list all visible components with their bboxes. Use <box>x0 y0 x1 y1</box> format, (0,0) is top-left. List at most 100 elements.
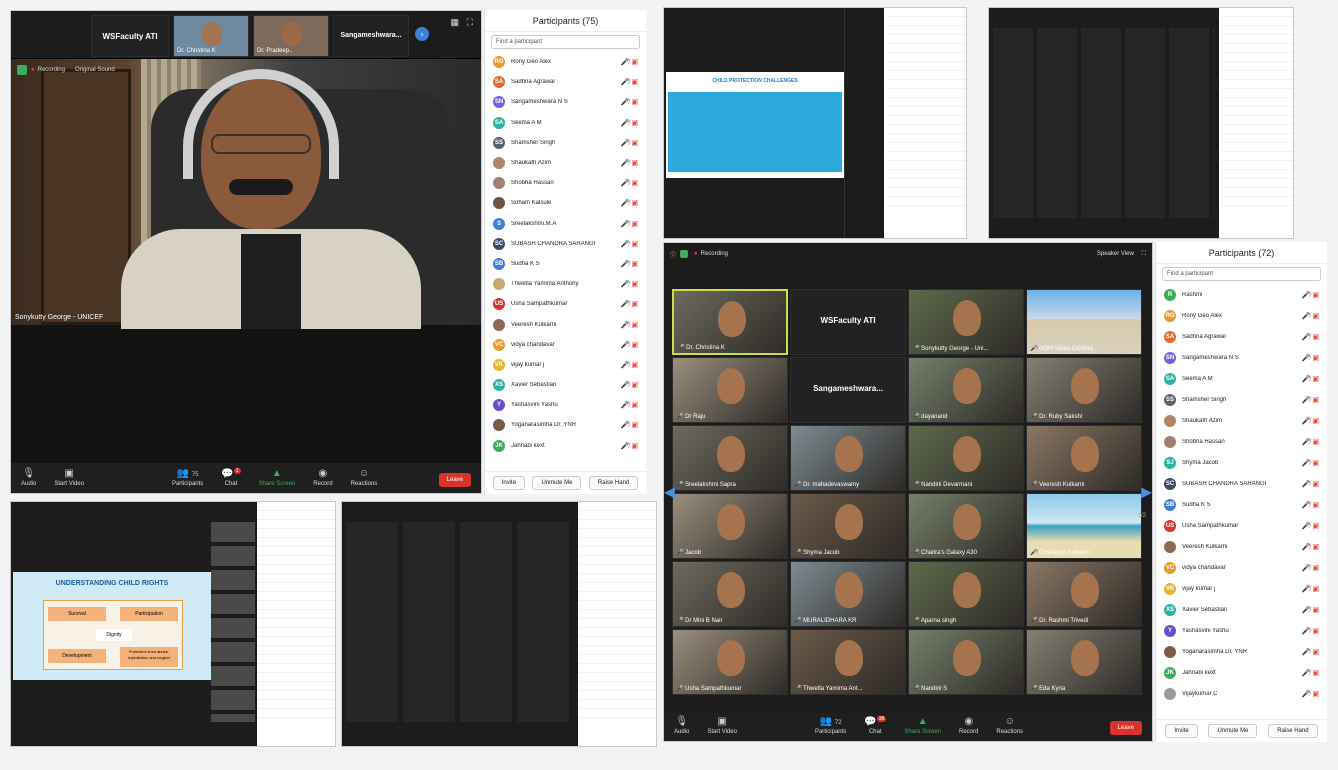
participant-row[interactable]: RG Rony Geo Alex 🎤̸ ▣̸ <box>485 52 646 72</box>
participant-row[interactable]: SA Sadhna Agrawal 🎤̸ ▣̸ <box>1156 326 1327 347</box>
audio-button[interactable]: 🎙 Audio <box>674 716 689 735</box>
raise-hand-button[interactable]: Raise Hand <box>1268 724 1318 738</box>
video-tile[interactable]: 🎤̸ Eda Kyria <box>1026 629 1142 695</box>
video-tile[interactable]: Dr. Christina K <box>173 15 249 57</box>
video-tile[interactable]: 🎤̸ Dr. mahadevaswamy <box>790 425 906 491</box>
participant-row[interactable]: XS Xavier Sebastian 🎤̸ ▣̸ <box>485 375 646 395</box>
video-tile[interactable]: WSFaculty ATI <box>790 289 906 355</box>
participant-row[interactable]: Shobha Hassan 🎤̸ ▣̸ <box>485 173 646 193</box>
participant-row[interactable]: SA Sadhna Agrawal 🎤̸ ▣̸ <box>485 72 646 92</box>
raise-hand-button[interactable]: Raise Hand <box>588 476 639 490</box>
participant-row[interactable]: US Usha Sampathkumar 🎤̸ ▣̸ <box>485 294 646 314</box>
participant-row[interactable]: VK vijay kumar j 🎤̸ ▣̸ <box>1156 578 1327 599</box>
participants-button[interactable]: 👥 72 Participants <box>815 716 846 735</box>
video-tile[interactable]: Sangameshwara... <box>333 15 409 57</box>
participant-row[interactable]: Vijaykumar C 🎤̸ ▣̸ <box>1156 683 1327 704</box>
video-tile[interactable]: Sangameshwara... <box>790 357 906 423</box>
participant-row[interactable]: XS Xavier Sebastian 🎤̸ ▣̸ <box>1156 599 1327 620</box>
video-tile[interactable]: 🎤̸ Nandini S <box>908 629 1024 695</box>
grid-view-icon[interactable]: ▦ <box>450 17 459 28</box>
leave-button[interactable]: Leave <box>438 473 471 487</box>
video-tile[interactable]: 🎤̸ Nandini Devarmani <box>908 425 1024 491</box>
video-tile[interactable]: Dr. Pradeep.. <box>253 15 329 57</box>
participant-row[interactable]: SJ Shyma Jacob 🎤̸ ▣̸ <box>1156 452 1327 473</box>
video-tile[interactable]: 🎤̸ Dr. Rashmi Trivedi <box>1026 561 1142 627</box>
original-sound-label[interactable]: Original Sound <box>75 67 115 73</box>
share-screen-button[interactable]: ▲ Share Screen <box>259 468 296 487</box>
video-tile[interactable]: 🎤̸ Usha Sampathkumar <box>672 629 788 695</box>
video-tile[interactable]: 🎤̸ Chaitanya Kulkarni <box>1026 493 1142 559</box>
participant-row[interactable]: Shaukath Azim 🎤̸ ▣̸ <box>485 153 646 173</box>
record-button[interactable]: ◉ Record <box>313 468 332 487</box>
participant-row[interactable]: SA Seema A M 🎤̸ ▣̸ <box>1156 368 1327 389</box>
participant-row[interactable]: Y Yashasvini Yashu 🎤̸ ▣̸ <box>1156 620 1327 641</box>
video-tile[interactable]: 🎤̸ Veeresh Kulkarni <box>1026 425 1142 491</box>
participant-row[interactable]: Shaukath Azim 🎤̸ ▣̸ <box>1156 410 1327 431</box>
chat-button[interactable]: 💬 1 Chat <box>221 467 241 487</box>
participant-row[interactable]: SN Sangameshwara N S 🎤̸ ▣̸ <box>485 92 646 112</box>
participant-row[interactable]: Thwetla Yamima Anthony 🎤̸ ▣̸ <box>485 274 646 294</box>
video-tile[interactable]: 🎤̸ Aparna singh <box>908 561 1024 627</box>
invite-button[interactable]: Invite <box>1165 724 1198 738</box>
participant-row[interactable]: Shobha Hassan 🎤̸ ▣̸ <box>1156 431 1327 452</box>
participant-search-input[interactable]: Find a participant <box>491 35 640 49</box>
video-tile[interactable]: 🎤̸ Sonykutty George - Uni... <box>908 289 1024 355</box>
participant-row[interactable]: SC SUBASH CHANDRA SARANGI 🎤̸ ▣̸ <box>485 234 646 254</box>
video-tile[interactable]: 🎤̸ Shyma Jacob <box>790 493 906 559</box>
participant-row[interactable]: SS Shamsher Singh 🎤̸ ▣̸ <box>485 133 646 153</box>
participant-row[interactable]: Y Yashasvini Yashu 🎤̸ ▣̸ <box>485 395 646 415</box>
participant-row[interactable]: Veeresh Kulkarni 🎤̸ ▣̸ <box>1156 536 1327 557</box>
participant-row[interactable]: JK Jahnabi kext 🎤̸ ▣̸ <box>1156 662 1327 683</box>
participant-row[interactable]: VK vijay kumar j 🎤̸ ▣̸ <box>485 355 646 375</box>
video-tile[interactable]: WSFaculty ATI <box>91 15 169 57</box>
video-tile[interactable]: 🎤̸ UOM Video Confere... <box>1026 289 1142 355</box>
participant-row[interactable]: Yoganarasimha Dr. YNR 🎤̸ ▣̸ <box>1156 641 1327 662</box>
security-icon[interactable] <box>680 250 689 258</box>
chat-button[interactable]: 💬 38 Chat <box>864 715 887 735</box>
participant-row[interactable]: SS Shamsher Singh 🎤̸ ▣̸ <box>1156 389 1327 410</box>
start-video-button[interactable]: ▣ Start Video <box>707 716 737 735</box>
participant-row[interactable]: JK Jahnabi kext 🎤̸ ▣̸ <box>485 436 646 456</box>
prev-page-icon[interactable]: ◀ <box>664 484 675 501</box>
start-video-button[interactable]: ▣ Start Video <box>54 468 84 487</box>
participant-row[interactable]: SC SUBASH CHANDRA SARANGI 🎤̸ ▣̸ <box>1156 473 1327 494</box>
video-tile[interactable]: 🎤̸ Thwetla Yamima Ant... <box>790 629 906 695</box>
video-tile[interactable]: 🎤̸ Dr Raju <box>672 357 788 423</box>
video-tile[interactable]: 🎤̸ Dr. Christina K <box>672 289 788 355</box>
share-screen-button[interactable]: ▲ Share Screen <box>904 716 941 735</box>
record-button[interactable]: ◉ Record <box>959 716 978 735</box>
participant-row[interactable]: Yoganarasimha Dr. YNR 🎤̸ ▣̸ <box>485 415 646 435</box>
reactions-button[interactable]: ☺ Reactions <box>351 468 378 487</box>
video-tile[interactable]: 🎤̸ Dr Mini B Nair <box>672 561 788 627</box>
leave-button[interactable]: Leave <box>1109 721 1142 735</box>
fullscreen-icon[interactable]: ⛶ <box>467 17 473 28</box>
participant-row[interactable]: RG Rony Geo Alex 🎤̸ ▣̸ <box>1156 305 1327 326</box>
participant-row[interactable]: Veeresh Kulkarni 🎤̸ ▣̸ <box>485 314 646 334</box>
audio-button[interactable]: 🎙 Audio <box>21 468 36 487</box>
participant-row[interactable]: SB Sudha K S 🎤̸ ▣̸ <box>485 254 646 274</box>
next-page-button[interactable]: › <box>415 27 429 41</box>
next-page-icon[interactable]: ▶ <box>1141 484 1152 501</box>
participant-row[interactable]: SB Sudha K S 🎤̸ ▣̸ <box>1156 494 1327 515</box>
video-tile[interactable]: 🎤̸ MURALIDHARA KR <box>790 561 906 627</box>
participant-row[interactable]: R Rashmi 🎤̸ ▣̸ <box>1156 284 1327 305</box>
participant-row[interactable]: VC vidya chandavar 🎤̸ ▣̸ <box>485 335 646 355</box>
participant-row[interactable]: S Sreelakshmi.M.A 🎤̸ ▣̸ <box>485 214 646 234</box>
participant-row[interactable]: SN Sangameshwara N S 🎤̸ ▣̸ <box>1156 347 1327 368</box>
video-tile[interactable]: 🎤̸ Dr. Ruby Sakshi <box>1026 357 1142 423</box>
video-tile[interactable]: 🎤̸ Chaitra's Galaxy A30 <box>908 493 1024 559</box>
security-icon[interactable] <box>17 65 27 75</box>
participant-row[interactable]: VC vidya chandavar 🎤̸ ▣̸ <box>1156 557 1327 578</box>
participant-row[interactable]: SA Seema A M 🎤̸ ▣̸ <box>485 113 646 133</box>
video-tile[interactable]: 🎤̸ Sreelakshmi Sapra <box>672 425 788 491</box>
participants-button[interactable]: 👥 75 Participants <box>172 468 203 487</box>
invite-button[interactable]: Invite <box>492 476 526 490</box>
speaker-view-button[interactable]: Speaker View <box>1097 251 1134 257</box>
fullscreen-icon[interactable]: ⛶ <box>1142 251 1146 258</box>
participant-search-input[interactable]: Find a participant <box>1162 267 1321 281</box>
video-tile[interactable]: 🎤̸ Jacob <box>672 493 788 559</box>
info-icon[interactable]: ⓘ <box>670 250 676 259</box>
video-tile[interactable]: 🎤̸ dayanand <box>908 357 1024 423</box>
unmute-me-button[interactable]: Unmute Me <box>1208 724 1258 738</box>
unmute-me-button[interactable]: Unmute Me <box>532 476 582 490</box>
